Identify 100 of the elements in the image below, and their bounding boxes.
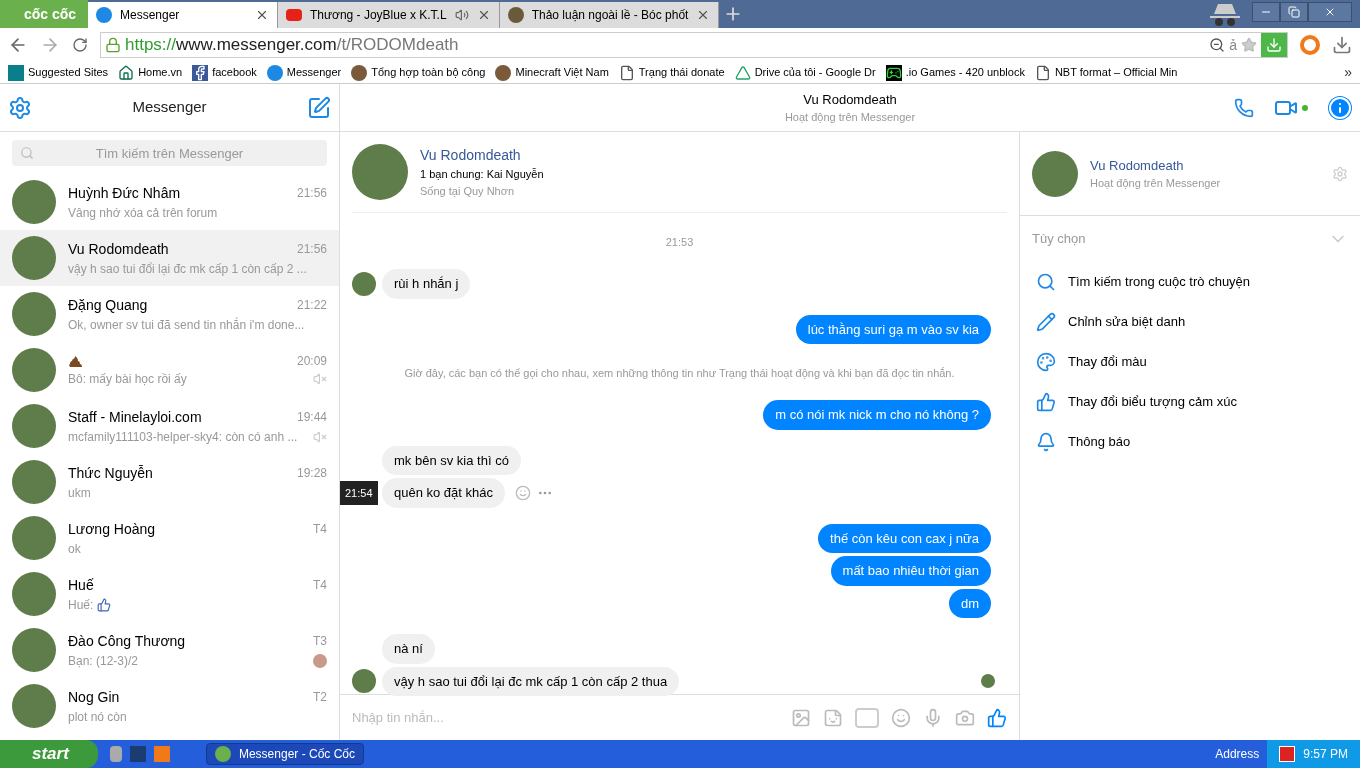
- message-preview: Ok, owner sv tui đã send tin nhắn i'm done...: [68, 316, 305, 334]
- minimize-button[interactable]: [1252, 2, 1280, 22]
- contact-name: Nog Gin: [68, 687, 120, 707]
- message-time: 21:22: [296, 297, 327, 314]
- message-input[interactable]: Nhập tin nhắn...: [352, 707, 779, 728]
- bookmark-link[interactable]: facebook: [192, 64, 257, 81]
- option-item[interactable]: Thay đổi màu: [1020, 342, 1360, 382]
- option-item[interactable]: Thay đổi biểu tượng cảm xúc: [1020, 382, 1360, 422]
- star-icon[interactable]: [1241, 37, 1257, 53]
- game-icon: [885, 64, 902, 81]
- sent-message: thế còn kêu con cax j nữa: [818, 523, 991, 553]
- close-button[interactable]: [1308, 2, 1352, 22]
- speaker-icon: [454, 8, 469, 22]
- chat-status: Hoạt động trên Messenger: [784, 110, 916, 125]
- message-time: 19:44: [296, 409, 327, 426]
- brand-logo: cốc cốc: [0, 0, 88, 28]
- sent-message: lúc thằng suri gạ m vào sv kia: [795, 314, 991, 344]
- lock-icon: [105, 37, 121, 53]
- typing-mode-button[interactable]: ả: [1229, 34, 1237, 56]
- bookmark-link[interactable]: Suggested Sites: [8, 64, 109, 81]
- location-text: Sống tại Quy Nhơn: [420, 183, 516, 199]
- sent-message: mất bao nhiêu thời gian: [830, 556, 991, 586]
- restore-icon: [1288, 6, 1300, 18]
- contact-name: Đào Công Thương: [68, 631, 186, 651]
- message-time: T4: [313, 521, 327, 538]
- message-preview: mcfamily111103-helper-sky4: còn có anh ...: [68, 428, 298, 446]
- mute-icon: [313, 429, 327, 444]
- avatar-icon: [495, 64, 512, 81]
- bookmark-link[interactable]: Drive của tôi - Google Dr: [734, 64, 876, 81]
- bookmark-link[interactable]: Trạng thái donate: [618, 64, 725, 81]
- received-message: quên ko đặt khác: [382, 478, 506, 508]
- browser-tab[interactable]: Messenger: [88, 2, 278, 28]
- pencil-icon: [1036, 312, 1056, 332]
- browser-tab[interactable]: Thương - JoyBlue x K.T.L: [278, 2, 500, 28]
- download-button[interactable]: [1261, 33, 1287, 57]
- compose-icon[interactable]: [307, 95, 331, 120]
- option-item[interactable]: Tìm kiếm trong cuộc trò chuyện: [1020, 262, 1360, 302]
- search-field[interactable]: Tìm kiếm trên Messenger: [12, 140, 327, 166]
- image-icon[interactable]: [791, 707, 811, 728]
- more-bookmarks[interactable]: »: [1344, 62, 1352, 83]
- poop-emoji-icon: [68, 353, 84, 369]
- download-icon: [1266, 37, 1282, 53]
- page-icon: [1034, 64, 1051, 81]
- address-bar[interactable]: https://www.messenger.com/t/RODOMdeath ả: [100, 32, 1288, 58]
- received-message: rùi h nhắn j: [382, 269, 471, 299]
- option-item[interactable]: Thông báo: [1020, 422, 1360, 462]
- download-icon[interactable]: [1332, 35, 1352, 55]
- message-time: T3: [313, 633, 327, 650]
- profile-name[interactable]: Vu Rodomdeath: [420, 145, 544, 166]
- avatar-photo: [12, 516, 56, 560]
- message-preview: Huế:: [68, 596, 94, 614]
- close-icon[interactable]: [255, 8, 269, 22]
- bookmark-link[interactable]: .io Games - 420 unblock: [885, 64, 1025, 81]
- reload-icon[interactable]: [72, 37, 88, 53]
- sticker-icon[interactable]: [823, 707, 843, 728]
- taskbar-window[interactable]: Messenger - Cốc Cốc: [206, 743, 364, 765]
- contact-name: Vu Rodomdeath: [68, 239, 169, 259]
- settings-icon[interactable]: [8, 95, 32, 120]
- avatar-photo: [1032, 150, 1078, 197]
- received-message: vậy h sao tui đổi lại đc mk cấp 1 còn cấp 2 thua: [382, 666, 680, 696]
- start-button[interactable]: start: [0, 740, 98, 768]
- home-icon: [118, 64, 135, 81]
- mute-icon: [313, 372, 327, 386]
- contact-name: Huế: [68, 575, 94, 595]
- thumbs-up-icon[interactable]: [987, 707, 1007, 728]
- contact-status: Hoạt động trên Messenger: [1090, 176, 1222, 191]
- avatar-photo: [12, 180, 56, 224]
- message-time: T4: [313, 577, 327, 594]
- bookmark-link[interactable]: NBT format – Official Min: [1034, 64, 1178, 81]
- avatar-photo: [12, 404, 56, 448]
- triangle-icon: [734, 64, 751, 81]
- bookmark-link[interactable]: Tổng hợp toàn bộ công: [351, 64, 486, 81]
- avatar-photo: [12, 460, 56, 504]
- info-icon[interactable]: [1328, 95, 1352, 120]
- extension-icon[interactable]: [1300, 35, 1320, 55]
- browser-tab[interactable]: Thảo luận ngoài lề - Bóc phốt: [499, 2, 720, 28]
- avatar-photo: [12, 684, 56, 728]
- conversation-item[interactable]: Vu Rodomdeath 21:56 vậy h sao tui đổi lại đc mk cấp 1 còn cấp 2 ...: [0, 230, 339, 286]
- url-text: https://www.messenger.com/t/RODOMdeath: [125, 34, 459, 57]
- option-item[interactable]: Chỉnh sửa biệt danh: [1020, 302, 1360, 342]
- microphone-icon[interactable]: [923, 707, 943, 728]
- message-time: 20:09: [296, 353, 327, 370]
- close-icon: [1324, 6, 1336, 18]
- message-preview: Bạn: (12-3)/2: [68, 652, 139, 670]
- smiley-icon[interactable]: [891, 707, 911, 728]
- message-preview: Vâng nhớ xóa cả trên forum: [68, 204, 218, 222]
- avatar-icon: [507, 7, 524, 23]
- chat-title: Vu Rodomdeath: [803, 90, 897, 109]
- bookmark-link[interactable]: Home.vn: [118, 64, 183, 81]
- avatar-photo: [12, 628, 56, 672]
- message-preview: vậy h sao tui đổi lại đc mk cấp 1 còn cấp 2 ...: [68, 260, 307, 278]
- restore-button[interactable]: [1280, 2, 1308, 22]
- message-preview: plot nó còn: [68, 708, 127, 726]
- bookmark-link[interactable]: Minecraft Việt Nam: [495, 64, 609, 81]
- smiley-icon[interactable]: [515, 484, 532, 501]
- bookmark-link[interactable]: Messenger: [266, 64, 342, 81]
- received-message: nà ní: [382, 634, 435, 664]
- zoom-out-icon[interactable]: [1209, 37, 1226, 53]
- bell-icon: [1036, 432, 1056, 452]
- avatar-photo: [12, 572, 56, 616]
